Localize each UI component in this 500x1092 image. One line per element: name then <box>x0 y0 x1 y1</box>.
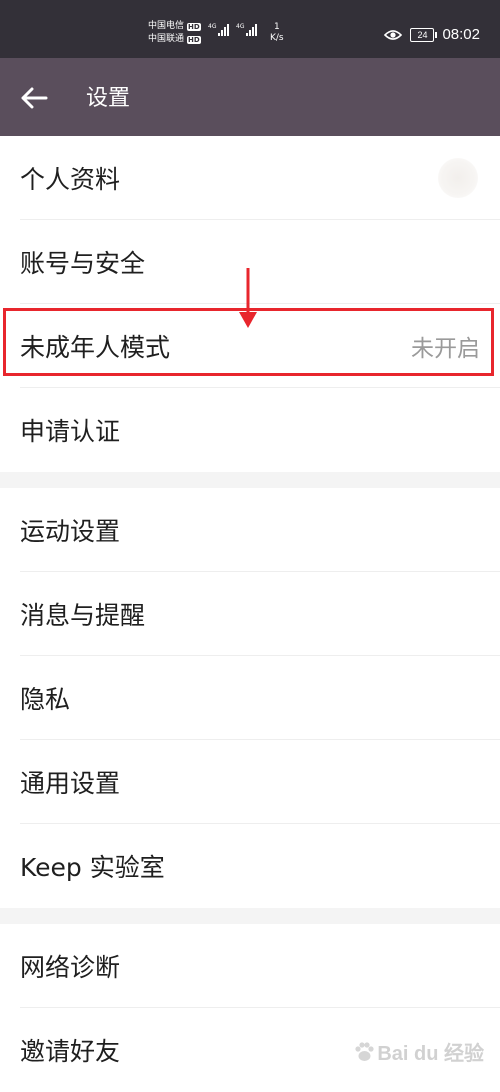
network-type-2: 4G <box>236 23 245 30</box>
battery-icon: 24 <box>410 27 438 42</box>
back-button[interactable] <box>18 82 50 114</box>
speed-value: 1 <box>273 22 280 32</box>
network-speed: 1 K/s <box>270 22 284 44</box>
arrow-left-icon <box>21 87 48 109</box>
section-separator <box>0 472 500 488</box>
settings-item-label: 未成年人模式 <box>20 333 171 362</box>
clock: 08:02 <box>442 26 480 43</box>
minor-mode-status: 未开启 <box>411 336 480 362</box>
settings-item-label: 申请认证 <box>20 417 121 446</box>
settings-item-label: 通用设置 <box>20 769 121 798</box>
hd-badge: HD <box>187 22 201 31</box>
settings-item-sport[interactable]: 运动设置 <box>0 488 500 572</box>
settings-item-label: Keep 实验室 <box>20 853 165 882</box>
carrier-2: 中国联通 <box>148 34 185 44</box>
settings-item-label: 消息与提醒 <box>20 601 146 630</box>
carrier-info: 中国电信 HD 中国联通 HD <box>148 20 201 46</box>
settings-item-verification[interactable]: 申请认证 <box>0 388 500 472</box>
settings-item-profile[interactable]: 个人资料 <box>0 136 500 220</box>
section-separator <box>0 908 500 924</box>
settings-item-privacy[interactable]: 隐私 <box>0 656 500 740</box>
battery-level: 24 <box>417 29 428 40</box>
settings-item-notifications[interactable]: 消息与提醒 <box>0 572 500 656</box>
settings-item-keep-lab[interactable]: Keep 实验室 <box>0 824 500 908</box>
settings-item-minor-mode[interactable]: 未成年人模式 未开启 <box>0 304 500 388</box>
signal-2-icon: 4G <box>236 23 258 36</box>
settings-item-network-diagnosis[interactable]: 网络诊断 <box>0 924 500 1008</box>
avatar <box>438 158 478 198</box>
eye-icon <box>384 29 403 40</box>
page-title: 设置 <box>86 86 131 111</box>
settings-item-label: 个人资料 <box>20 165 121 194</box>
settings-item-label: 运动设置 <box>20 517 121 546</box>
settings-item-label: 账号与安全 <box>20 249 146 278</box>
status-right: 24 08:02 <box>384 26 480 43</box>
settings-item-invite-friends[interactable]: 邀请好友 <box>0 1008 500 1092</box>
speed-unit: K/s <box>270 33 284 43</box>
carrier-1: 中国电信 <box>148 21 185 31</box>
signal-1-icon: 4G <box>208 23 230 36</box>
settings-item-label: 网络诊断 <box>20 953 121 982</box>
status-bar: 中国电信 HD 中国联通 HD 4G 4G 1 K/s 24 08:02 <box>0 0 500 58</box>
hd-badge: HD <box>187 35 201 44</box>
settings-item-label: 隐私 <box>20 685 71 714</box>
app-header: 设置 <box>0 58 500 136</box>
settings-item-label: 邀请好友 <box>20 1037 121 1066</box>
settings-list: 个人资料 账号与安全 未成年人模式 未开启 申请认证 运动设置 消息与提醒 隐私… <box>0 136 500 1092</box>
settings-item-general[interactable]: 通用设置 <box>0 740 500 824</box>
settings-item-account-security[interactable]: 账号与安全 <box>0 220 500 304</box>
network-type-1: 4G <box>208 23 217 30</box>
